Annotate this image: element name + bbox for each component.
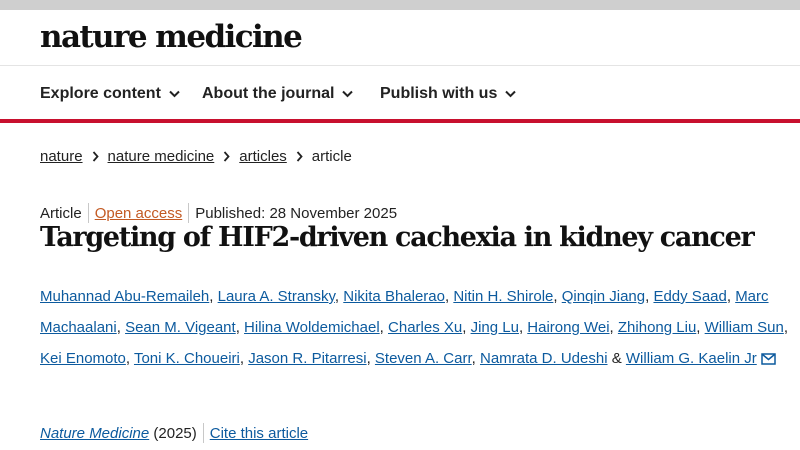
- author-link[interactable]: Hilina Woldemichael: [244, 319, 380, 336]
- author-link[interactable]: Nitin H. Shirole: [453, 288, 553, 305]
- meta-divider: [188, 203, 190, 223]
- main-nav: Explore content About the journal Publis…: [0, 67, 800, 119]
- citation-row: Nature Medicine (2025) Cite this article: [40, 423, 308, 443]
- chevron-down-icon: [505, 90, 517, 98]
- author-link[interactable]: Hairong Wei: [527, 319, 609, 336]
- open-access-link[interactable]: Open access: [95, 205, 183, 222]
- author-link[interactable]: Nikita Bhalerao: [343, 288, 445, 305]
- chevron-down-icon: [169, 90, 180, 98]
- author-link[interactable]: Steven A. Carr: [375, 350, 472, 367]
- nav-explore-content[interactable]: Explore content: [40, 85, 180, 103]
- published-date: Published: 28 November 2025: [195, 204, 398, 222]
- site-header: nature medicine: [0, 10, 800, 66]
- publication-year-value: (2025): [153, 424, 197, 442]
- publication-year: (2025): [149, 424, 197, 442]
- chevron-right-icon: [92, 151, 99, 162]
- chevron-down-icon: [342, 90, 354, 98]
- author-link[interactable]: Toni K. Choueiri: [134, 350, 240, 367]
- article-type: Article: [40, 204, 82, 222]
- author-link[interactable]: Jing Lu: [471, 319, 519, 336]
- author-link[interactable]: Sean M. Vigeant: [125, 319, 236, 336]
- nav-publish-with-us[interactable]: Publish with us: [380, 85, 517, 103]
- chevron-right-icon: [296, 151, 303, 162]
- breadcrumb: nature nature medicine articles article: [40, 148, 352, 165]
- header-accent-rule: [0, 119, 800, 123]
- author-link[interactable]: Namrata D. Udeshi: [480, 350, 608, 367]
- breadcrumb-articles[interactable]: articles: [239, 148, 287, 165]
- cite-this-article-link[interactable]: Cite this article: [210, 425, 308, 442]
- author-link[interactable]: Jason R. Pitarresi: [248, 350, 366, 367]
- envelope-icon[interactable]: [761, 353, 776, 365]
- journal-link[interactable]: Nature Medicine: [40, 425, 149, 442]
- nav-item-label: Explore content: [40, 85, 161, 102]
- nav-item-label: Publish with us: [380, 85, 498, 102]
- author-link[interactable]: Qinqin Jiang: [562, 288, 645, 305]
- author-link[interactable]: Kei Enomoto: [40, 350, 126, 367]
- meta-divider: [87, 203, 89, 223]
- breadcrumb-current: article: [311, 148, 352, 165]
- site-logo[interactable]: nature medicine: [40, 19, 303, 55]
- author-list: Muhannad Abu-Remaileh, Laura A. Stransky…: [40, 288, 788, 367]
- author-link[interactable]: Eddy Saad: [653, 288, 726, 305]
- author-separator: &: [611, 350, 622, 367]
- nav-about-journal[interactable]: About the journal: [202, 85, 354, 103]
- breadcrumb-nature-medicine[interactable]: nature medicine: [108, 148, 215, 165]
- author-link[interactable]: William G. Kaelin Jr: [626, 350, 757, 367]
- author-link[interactable]: Zhihong Liu: [618, 319, 696, 336]
- citation-divider: [202, 423, 204, 443]
- chevron-right-icon: [224, 151, 230, 162]
- article-meta: Article Open access Published: 28 Novemb…: [40, 203, 397, 223]
- browser-top-strip: [0, 0, 800, 10]
- author-link[interactable]: Laura A. Stransky: [218, 288, 335, 305]
- breadcrumb-nature[interactable]: nature: [40, 148, 83, 165]
- nav-item-label: About the journal: [202, 85, 335, 102]
- author-link[interactable]: William Sun: [705, 319, 784, 336]
- article-title: Targeting of HIF2-driven cachexia in kid…: [40, 222, 755, 253]
- author-link[interactable]: Muhannad Abu-Remaileh: [40, 288, 209, 305]
- author-link[interactable]: Charles Xu: [388, 319, 462, 336]
